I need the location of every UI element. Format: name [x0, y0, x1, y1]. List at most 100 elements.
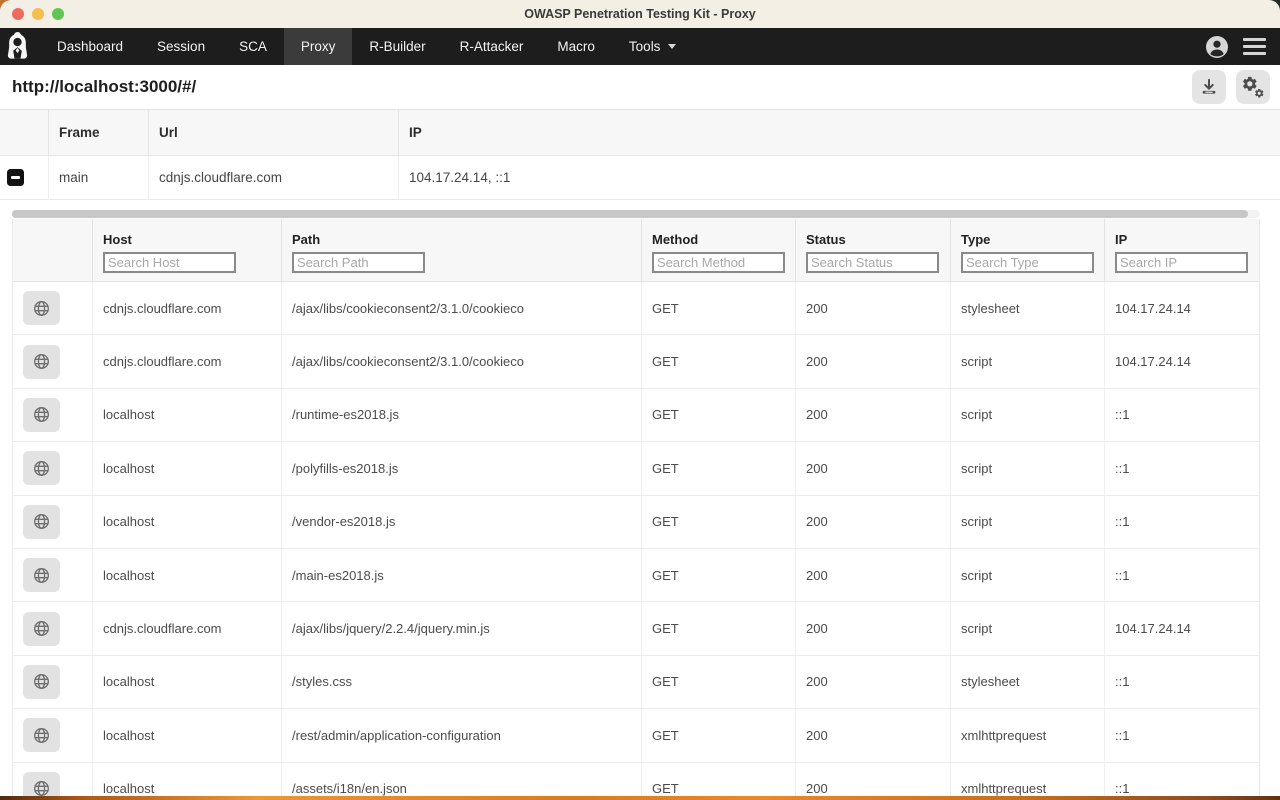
request-path: /assets/i18n/en.json: [282, 763, 642, 800]
column-label-method: Method: [652, 232, 785, 247]
nav-item-r-builder[interactable]: R-Builder: [352, 28, 442, 65]
open-request-button[interactable]: [23, 345, 60, 379]
request-type: xmlhttprequest: [951, 763, 1105, 800]
open-request-button[interactable]: [23, 451, 60, 485]
request-method: GET: [642, 602, 796, 655]
request-type: script: [951, 602, 1105, 655]
request-method: GET: [642, 496, 796, 549]
owasp-ptk-logo-icon: [0, 28, 40, 65]
nav-item-macro[interactable]: Macro: [540, 28, 612, 65]
request-type: script: [951, 496, 1105, 549]
request-status: 200: [796, 709, 951, 762]
window-title: OWASP Penetration Testing Kit - Proxy: [0, 7, 1280, 21]
page-url: http://localhost:3000/#/: [12, 77, 196, 97]
request-type: script: [951, 442, 1105, 495]
request-row[interactable]: localhost /main-es2018.js GET 200 script…: [13, 549, 1259, 602]
nav-item-r-attacker[interactable]: R-Attacker: [443, 28, 541, 65]
download-button[interactable]: [1192, 70, 1226, 104]
proxy-settings-button[interactable]: [1236, 70, 1270, 104]
nav-item-label: Session: [157, 39, 205, 54]
minimize-window-button[interactable]: [32, 8, 44, 20]
request-path: /vendor-es2018.js: [282, 496, 642, 549]
nav-item-sca[interactable]: SCA: [222, 28, 284, 65]
globe-icon: [32, 405, 51, 424]
request-row[interactable]: cdnjs.cloudflare.com /ajax/libs/jquery/2…: [13, 602, 1259, 655]
request-type: stylesheet: [951, 282, 1105, 335]
request-method: GET: [642, 709, 796, 762]
frame-header-toggle: [0, 110, 49, 156]
column-label-ip: IP: [1115, 232, 1249, 247]
request-method: GET: [642, 335, 796, 388]
nav-item-tools[interactable]: Tools: [612, 28, 694, 65]
request-row[interactable]: cdnjs.cloudflare.com /ajax/libs/cookieco…: [13, 335, 1259, 388]
open-request-button[interactable]: [23, 398, 60, 432]
nav-item-label: SCA: [239, 39, 267, 54]
request-row[interactable]: cdnjs.cloudflare.com /ajax/libs/cookieco…: [13, 282, 1259, 335]
request-path: /polyfills-es2018.js: [282, 442, 642, 495]
background-page-strip: [0, 796, 1280, 800]
menu-icon[interactable]: [1243, 38, 1266, 55]
request-ip: 104.17.24.14: [1105, 335, 1259, 388]
frame-table-header: Frame Url IP: [0, 110, 1280, 156]
search-method-input[interactable]: [652, 252, 785, 273]
open-request-button[interactable]: [23, 665, 60, 699]
request-host: localhost: [93, 763, 282, 800]
titlebar: OWASP Penetration Testing Kit - Proxy: [0, 0, 1280, 28]
request-host: cdnjs.cloudflare.com: [93, 282, 282, 335]
request-host: cdnjs.cloudflare.com: [93, 335, 282, 388]
horizontal-scrollbar-thumb[interactable]: [12, 210, 1248, 218]
frame-header-frame: Frame: [49, 110, 149, 156]
nav-item-label: Dashboard: [57, 39, 123, 54]
open-request-button[interactable]: [23, 291, 60, 325]
request-row[interactable]: localhost /vendor-es2018.js GET 200 scri…: [13, 496, 1259, 549]
request-method: GET: [642, 763, 796, 800]
request-table-body: cdnjs.cloudflare.com /ajax/libs/cookieco…: [13, 282, 1259, 800]
search-status-input[interactable]: [806, 252, 939, 273]
request-path: /ajax/libs/jquery/2.2.4/jquery.min.js: [282, 602, 642, 655]
request-host: localhost: [93, 709, 282, 762]
request-row[interactable]: localhost /styles.css GET 200 stylesheet…: [13, 656, 1259, 709]
request-row[interactable]: localhost /assets/i18n/en.json GET 200 x…: [13, 763, 1259, 800]
request-ip: ::1: [1105, 709, 1259, 762]
request-method: GET: [642, 549, 796, 602]
request-ip: ::1: [1105, 656, 1259, 709]
nav-item-label: R-Builder: [369, 39, 425, 54]
nav-item-dashboard[interactable]: Dashboard: [40, 28, 140, 65]
search-host-input[interactable]: [103, 252, 236, 273]
request-ip: 104.17.24.14: [1105, 602, 1259, 655]
horizontal-scrollbar-track: [12, 210, 1260, 218]
globe-icon: [32, 512, 51, 531]
nav-item-proxy[interactable]: Proxy: [284, 28, 353, 65]
nav-item-label: Proxy: [301, 39, 336, 54]
request-ip: ::1: [1105, 549, 1259, 602]
frame-header-url: Url: [149, 110, 399, 156]
collapse-frame-button[interactable]: [7, 169, 24, 186]
request-type: script: [951, 335, 1105, 388]
open-request-button[interactable]: [23, 505, 60, 539]
request-path: /rest/admin/application-configuration: [282, 709, 642, 762]
search-ip-input[interactable]: [1115, 252, 1248, 273]
nav-item-session[interactable]: Session: [140, 28, 222, 65]
request-row[interactable]: localhost /runtime-es2018.js GET 200 scr…: [13, 389, 1259, 442]
gears-icon: [1242, 76, 1265, 99]
request-path: /main-es2018.js: [282, 549, 642, 602]
open-request-button[interactable]: [23, 558, 60, 592]
request-status: 200: [796, 763, 951, 800]
close-window-button[interactable]: [12, 8, 24, 20]
request-status: 200: [796, 549, 951, 602]
request-status: 200: [796, 282, 951, 335]
url-toolbar: http://localhost:3000/#/: [0, 65, 1280, 110]
request-ip: ::1: [1105, 442, 1259, 495]
user-avatar-icon[interactable]: [1205, 35, 1229, 59]
request-header-icon-col: [13, 219, 93, 282]
request-method: GET: [642, 389, 796, 442]
frame-name: main: [49, 156, 149, 200]
request-row[interactable]: localhost /rest/admin/application-config…: [13, 709, 1259, 762]
request-path: /ajax/libs/cookieconsent2/3.1.0/cookieco: [282, 335, 642, 388]
search-path-input[interactable]: [292, 252, 425, 273]
open-request-button[interactable]: [23, 718, 60, 752]
request-row[interactable]: localhost /polyfills-es2018.js GET 200 s…: [13, 442, 1259, 495]
open-request-button[interactable]: [23, 612, 60, 646]
zoom-window-button[interactable]: [52, 8, 64, 20]
search-type-input[interactable]: [961, 252, 1094, 273]
